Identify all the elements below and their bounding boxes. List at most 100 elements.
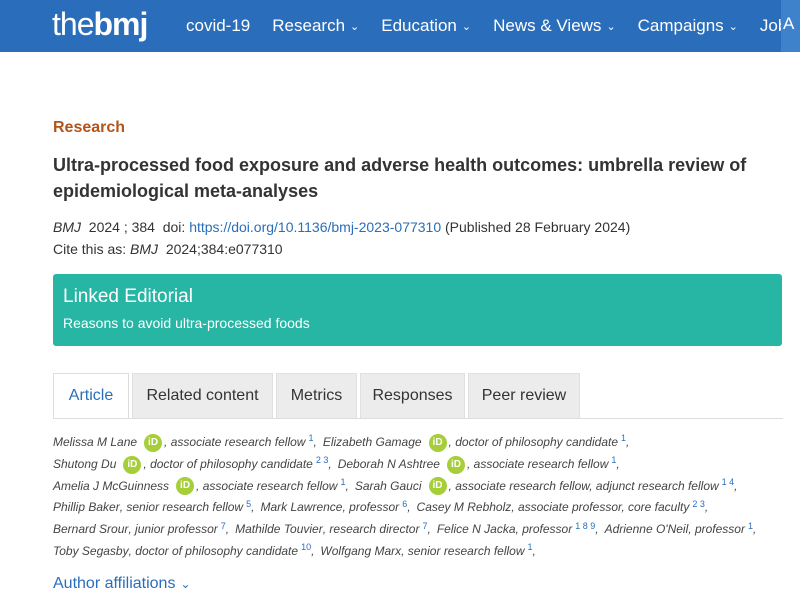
nav-item-partial[interactable]: A <box>781 0 800 52</box>
cite-reference: 2024;384:e077310 <box>165 241 283 257</box>
author-name[interactable]: Mark Lawrence <box>260 497 342 519</box>
author-line: Toby Segasby, doctor of philosophy candi… <box>53 541 793 563</box>
author-entry: Elizabeth Gamage iD, doctor of philosophy… <box>323 432 636 454</box>
tab-peer-review[interactable]: Peer review <box>468 373 580 418</box>
chevron-down-icon: ⌄ <box>350 20 360 33</box>
linked-editorial-link[interactable]: Reasons to avoid ultra-processed foods <box>63 315 772 331</box>
separator: , <box>407 500 411 515</box>
separator: , <box>164 435 171 449</box>
author-name[interactable]: Casey M Rebholz <box>417 497 512 519</box>
author-entry: Mark Lawrence, professor 6, <box>260 497 416 519</box>
linked-editorial-box: Linked Editorial Reasons to avoid ultra-… <box>53 274 782 346</box>
author-name[interactable]: Phillip Baker <box>53 497 120 519</box>
separator: , <box>143 456 151 471</box>
separator: , <box>427 522 431 537</box>
author-name[interactable]: Sarah Gauci <box>355 476 422 498</box>
nav-item-education[interactable]: Education ⌄ <box>381 16 471 36</box>
author-entry: Melissa M Lane iD, associate research fel… <box>53 432 323 454</box>
article-title: Ultra-processed food exposure and advers… <box>53 155 747 201</box>
affiliation-ref[interactable]: 7 <box>221 521 226 531</box>
separator: , <box>466 456 474 471</box>
author-entry: Casey M Rebholz, associate professor, co… <box>417 497 715 519</box>
main-nav: covid-19 Research ⌄ Education ⌄ News & Views ⌄… <box>186 0 800 52</box>
nav-item-label: Education <box>381 16 457 35</box>
author-entry: Wolfgang Marx, senior research fellow 1, <box>320 541 541 563</box>
author-name[interactable]: Adrienne O'Neil <box>605 519 689 541</box>
nav-item-label: Campaigns <box>637 16 724 35</box>
chevron-down-icon: ⌄ <box>606 20 616 33</box>
site-header: thebmj covid-19 Research ⌄ Education ⌄ News &… <box>0 0 800 52</box>
separator: , <box>511 500 518 515</box>
article-tabs: Article Related content Metrics Responses Pe… <box>53 373 583 419</box>
separator: , <box>128 543 136 558</box>
affiliation-ref[interactable]: 1 <box>528 543 533 552</box>
author-line: Bernard Srour, junior professor 7, Mathild… <box>53 519 793 541</box>
author-line: Amelia J McGuinness iD, associate researc… <box>53 476 793 498</box>
nav-item-covid-19[interactable]: covid-19 <box>186 16 250 36</box>
author-line: Shutong Du iD, doctor of philosophy candi… <box>53 454 793 476</box>
author-name[interactable]: Bernard Srour <box>53 519 128 541</box>
separator: , <box>225 522 230 537</box>
author-name[interactable]: Felice N Jacka <box>437 519 516 541</box>
author-role: doctor of philosophy candidate <box>455 435 618 449</box>
separator: , <box>322 522 330 537</box>
author-name[interactable]: Toby Segasby <box>53 541 129 563</box>
author-name[interactable]: Amelia J McGuinness <box>53 476 169 498</box>
doi-link[interactable]: https://doi.org/10.1136/bmj-2023-077310 <box>189 219 441 235</box>
separator: , <box>401 543 408 558</box>
author-name[interactable]: Shutong Du <box>53 454 116 476</box>
orcid-icon[interactable]: iD <box>144 433 163 452</box>
affiliation-ref[interactable]: 1 4 <box>722 477 735 487</box>
affiliation-ref[interactable]: 1 <box>611 456 616 465</box>
affiliation-ref[interactable]: 7 <box>422 521 427 531</box>
orcid-icon[interactable]: iD <box>123 455 142 474</box>
separator: , <box>704 500 709 515</box>
tab-metrics[interactable]: Metrics <box>276 373 357 418</box>
author-entry: Phillip Baker, senior research fellow 5, <box>53 497 260 519</box>
affiliation-ref[interactable]: 6 <box>402 499 407 509</box>
affiliation-ref[interactable]: 1 <box>621 434 626 443</box>
bmj-logo[interactable]: thebmj <box>52 6 148 42</box>
affiliation-ref[interactable]: 5 <box>246 499 251 509</box>
doi-label: doi: <box>162 219 186 235</box>
tab-related-content[interactable]: Related content <box>132 373 273 418</box>
author-role: professor <box>522 522 573 537</box>
separator: , <box>119 500 127 515</box>
separator: , <box>688 522 695 537</box>
affiliation-ref[interactable]: 1 <box>340 477 345 487</box>
orcid-icon[interactable]: iD <box>176 477 195 496</box>
author-role: senior research fellow <box>126 500 244 515</box>
author-list: Melissa M Lane iD, associate research fel… <box>53 432 793 563</box>
author-affiliations-toggle[interactable]: Author affiliations ⌄ <box>53 575 191 593</box>
separator: , <box>328 456 332 471</box>
affiliation-ref[interactable]: 2 3 <box>692 499 705 509</box>
author-name[interactable]: Melissa M Lane <box>53 432 137 454</box>
affiliation-ref[interactable]: 2 3 <box>316 456 329 465</box>
chevron-down-icon: ⌄ <box>728 20 738 33</box>
author-name[interactable]: Deborah N Ashtree <box>338 454 440 476</box>
tab-responses[interactable]: Responses <box>360 373 465 418</box>
affiliation-ref[interactable]: 1 <box>748 521 753 531</box>
chevron-down-icon: ⌄ <box>180 577 191 591</box>
affiliation-ref[interactable]: 1 <box>308 434 313 443</box>
author-entry: Felice N Jacka, professor 1 8 9, <box>437 519 605 541</box>
nav-item-label: covid-19 <box>186 16 251 35</box>
author-name[interactable]: Mathilde Touvier <box>235 519 323 541</box>
orcid-icon[interactable]: iD <box>428 433 447 452</box>
orcid-icon[interactable]: iD <box>428 477 447 496</box>
separator: , <box>734 478 738 493</box>
nav-item-news-views[interactable]: News & Views ⌄ <box>493 16 616 36</box>
author-line: Melissa M Lane iD, associate research fel… <box>53 432 793 454</box>
tab-article[interactable]: Article <box>53 373 129 419</box>
article-type-label: Research <box>53 119 126 136</box>
affiliation-ref[interactable]: 1 8 9 <box>575 521 595 531</box>
nav-item-research[interactable]: Research ⌄ <box>272 16 359 36</box>
orcid-icon[interactable]: iD <box>446 455 465 474</box>
author-entry: Mathilde Touvier, research director 7, <box>235 519 437 541</box>
author-name[interactable]: Elizabeth Gamage <box>323 432 422 454</box>
cite-label: Cite this as: <box>53 241 127 257</box>
author-name[interactable]: Wolfgang Marx <box>320 541 401 563</box>
author-role: doctor of philosophy candidate <box>150 456 313 471</box>
affiliation-ref[interactable]: 10 <box>301 543 311 552</box>
nav-item-campaigns[interactable]: Campaigns ⌄ <box>638 16 738 36</box>
